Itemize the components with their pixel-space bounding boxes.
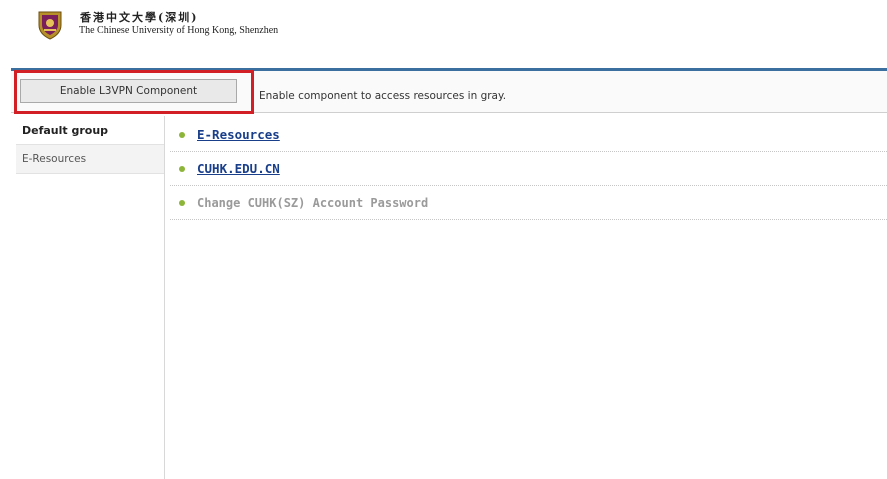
- tab-e-resources[interactable]: E-Resources: [16, 145, 164, 174]
- bullet-icon: [179, 165, 185, 172]
- bullet-icon: [179, 131, 185, 138]
- university-crest-icon: [38, 11, 62, 40]
- resource-link-cuhk-edu-cn[interactable]: CUHK.EDU.CN: [197, 161, 280, 176]
- resource-link-e-resources[interactable]: E-Resources: [197, 127, 280, 142]
- list-item: CUHK.EDU.CN: [170, 152, 887, 186]
- university-name-en: The Chinese University of Hong Kong, She…: [79, 25, 279, 36]
- header: 香港中文大學(深圳) The Chinese University of Hon…: [0, 0, 887, 68]
- toolbar-hint-text: Enable component to access resources in …: [259, 90, 507, 102]
- sidebar-divider: [164, 116, 165, 479]
- list-item: Change CUHK(SZ) Account Password: [170, 186, 887, 220]
- sidebar: Default group E-Resources: [16, 116, 164, 174]
- tab-default-group[interactable]: Default group: [16, 116, 164, 145]
- enable-l3vpn-button[interactable]: Enable L3VPN Component: [20, 79, 237, 103]
- list-item: E-Resources: [170, 118, 887, 152]
- bullet-icon: [179, 199, 185, 206]
- resource-disabled-change-password: Change CUHK(SZ) Account Password: [197, 195, 429, 210]
- resource-list: E-Resources CUHK.EDU.CN Change CUHK(SZ) …: [170, 118, 887, 220]
- university-name-cn: 香港中文大學(深圳): [80, 11, 199, 24]
